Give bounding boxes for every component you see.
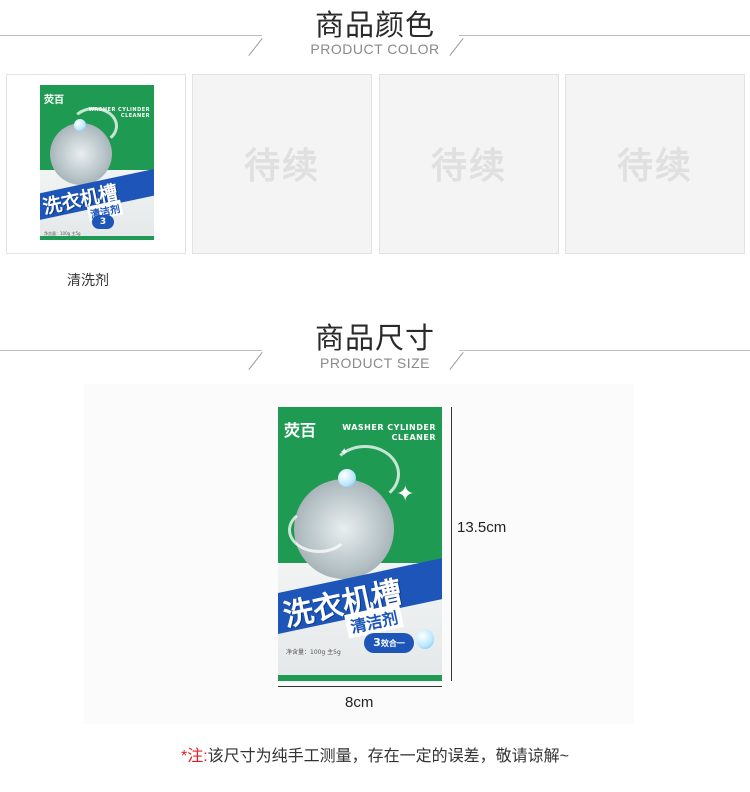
- header-divider-left: [0, 35, 262, 36]
- height-dimension-line: [451, 407, 452, 681]
- color-placeholder-card: 待续: [192, 74, 372, 254]
- header-divider-right: [459, 350, 750, 351]
- width-dimension-label: 8cm: [345, 694, 374, 711]
- measurement-disclaimer: *注:该尺寸为纯手工测量，存在一定的误差，敬请谅解~: [0, 742, 750, 766]
- size-section-subtitle: PRODUCT SIZE: [320, 355, 430, 371]
- brand-logo: 荧百: [44, 95, 64, 106]
- header-divider-right: [459, 35, 750, 36]
- english-product-name: WASHER CYLINDER CLEANER: [342, 423, 436, 442]
- three-in-one-badge: 3效合一: [364, 633, 414, 653]
- english-product-name: WASHER CYLINDER CLEANER: [88, 107, 150, 119]
- placeholder-text: 待续: [616, 145, 693, 186]
- color-option-card[interactable]: 荧百 WASHER CYLINDER CLEANER 洗衣机槽 清洁剂 3 净含…: [6, 74, 186, 254]
- color-section-subtitle: PRODUCT COLOR: [310, 41, 440, 57]
- height-dimension-label: 13.5cm: [457, 519, 507, 536]
- color-section-title: 商品颜色: [314, 10, 435, 42]
- brand-logo: 荧百: [284, 421, 317, 440]
- note-marker: *注:: [180, 748, 208, 765]
- placeholder-text: 待续: [243, 145, 320, 186]
- note-text: 该尺寸为纯手工测量，存在一定的误差，敬请谅解~: [207, 748, 570, 765]
- net-weight-text: 净含量：100g 主5g: [286, 649, 341, 656]
- three-in-one-badge: 3: [92, 215, 114, 229]
- product-package-image: 荧百 WASHER CYLINDER CLEANER 洗衣机槽 清洁剂 3 净含…: [40, 85, 154, 240]
- color-option-label: 清洗剂: [67, 272, 109, 288]
- width-dimension-line: [278, 686, 442, 687]
- color-placeholder-card: 待续: [565, 74, 745, 254]
- header-divider-left: [0, 350, 262, 351]
- color-placeholder-card: 待续: [379, 74, 559, 254]
- placeholder-text: 待续: [430, 145, 507, 186]
- product-package-large: ✦ ✦ 荧百 WASHER CYLINDER CLEANER 洗衣机槽 清洁剂 …: [278, 407, 442, 681]
